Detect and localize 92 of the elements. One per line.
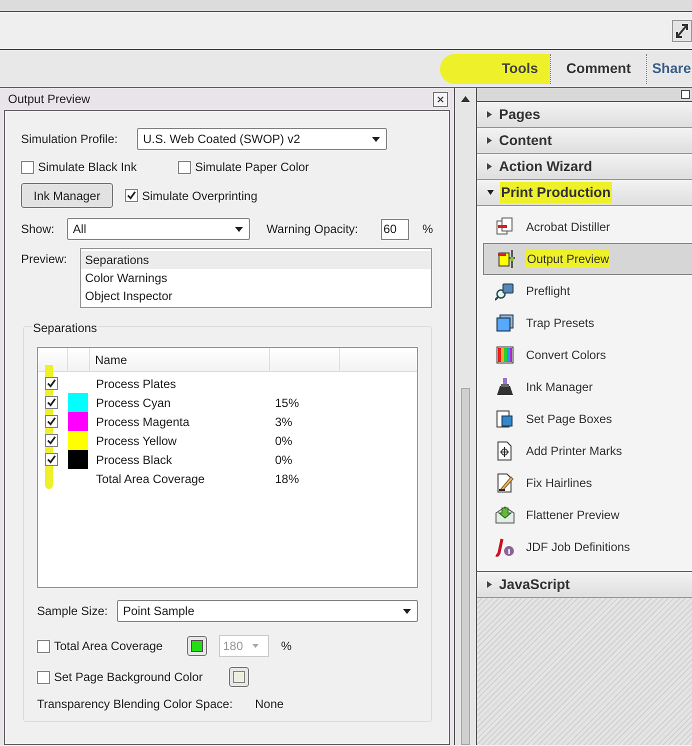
panel-menu-icon[interactable] xyxy=(681,90,690,99)
tool-item[interactable]: Preflight xyxy=(483,275,692,307)
checkbox[interactable] xyxy=(125,189,138,202)
column-header: Name xyxy=(95,352,128,368)
preview-list[interactable]: Separations Color Warnings Object Inspector xyxy=(80,248,432,308)
tool-item[interactable]: Acrobat Distiller xyxy=(483,211,692,243)
table-cell: Process Magenta xyxy=(96,414,190,428)
checkbox[interactable] xyxy=(45,396,58,409)
caret-icon xyxy=(234,226,243,232)
tool-icon xyxy=(495,313,515,333)
ink-manager-button[interactable]: Ink Manager xyxy=(21,183,113,208)
tool-icon xyxy=(495,537,515,557)
tool-item[interactable]: Add Printer Marks xyxy=(483,435,692,467)
table-cell: Total Area Coverage xyxy=(96,472,205,486)
tool-item[interactable]: Flattener Preview xyxy=(483,499,692,531)
tool-icon xyxy=(495,345,515,365)
tool-item[interactable]: Convert Colors xyxy=(483,339,692,371)
field-value: None xyxy=(255,696,284,713)
color-picker[interactable] xyxy=(229,667,249,687)
checkbox[interactable] xyxy=(45,377,58,390)
tool-icon xyxy=(495,281,515,301)
unit-label: % xyxy=(422,221,433,238)
dropdown-value: 180 xyxy=(222,638,244,655)
expander-icon[interactable] xyxy=(487,581,492,588)
tool-item[interactable]: Fix Hairlines xyxy=(483,467,692,499)
list-item[interactable]: Separations xyxy=(81,251,431,269)
tool-icon xyxy=(495,217,515,237)
list-item[interactable]: Object Inspector xyxy=(81,287,431,305)
checkbox-label: Simulate Paper Color xyxy=(195,159,310,176)
table-cell: Process Black xyxy=(96,452,172,466)
tab[interactable]: Share xyxy=(646,54,692,84)
field-label: Show: xyxy=(21,221,56,238)
caret-icon xyxy=(252,644,259,648)
field-label: Transparency Blending Color Space: xyxy=(37,696,234,713)
checkbox[interactable] xyxy=(178,160,191,174)
checkbox[interactable] xyxy=(37,670,50,684)
dropdown-value: U.S. Web Coated (SWOP) v2 xyxy=(142,131,302,148)
field-label: Warning Opacity: xyxy=(266,221,360,238)
tool-item[interactable]: Output Preview xyxy=(483,243,692,275)
table-cell: Process Yellow xyxy=(96,434,177,448)
tab[interactable]: Tools xyxy=(440,54,550,84)
table-cell: 0% xyxy=(275,452,292,466)
table-cell: Process Cyan xyxy=(96,396,171,410)
dropdown-value: Point Sample xyxy=(122,603,196,620)
tool-item[interactable]: Trap Presets xyxy=(483,307,692,339)
list-item[interactable]: Color Warnings xyxy=(81,269,431,287)
section-header[interactable]: Pages xyxy=(498,104,542,125)
scrollbar-thumb[interactable] xyxy=(461,388,470,745)
color-picker[interactable] xyxy=(187,636,207,656)
table-cell: 0% xyxy=(275,434,292,448)
show-dropdown[interactable]: All xyxy=(66,218,250,240)
section-header[interactable]: Print Production xyxy=(500,182,612,203)
table-cell: 15% xyxy=(275,396,300,410)
tool-item[interactable]: Set Page Boxes xyxy=(483,403,692,435)
sample-size-dropdown[interactable]: Point Sample xyxy=(117,600,418,622)
checkbox[interactable] xyxy=(45,415,58,428)
checkbox-label: Simulate Overprinting xyxy=(142,188,258,204)
unit-label: % xyxy=(281,638,292,655)
tool-item[interactable]: JDF Job Definitions xyxy=(483,531,692,563)
tool-icon xyxy=(495,505,515,525)
table-cell: 18% xyxy=(275,472,300,486)
dropdown-value: All xyxy=(72,221,88,238)
expander-icon[interactable] xyxy=(487,111,492,118)
profile-dropdown[interactable]: U.S. Web Coated (SWOP) v2 xyxy=(137,128,387,150)
checkbox-label: Set Page Background Color xyxy=(54,669,204,686)
expand-icon[interactable] xyxy=(672,20,692,42)
tool-icon xyxy=(495,473,515,493)
expander-icon[interactable] xyxy=(487,137,492,144)
scroll-up-icon[interactable] xyxy=(461,96,470,102)
checkbox[interactable] xyxy=(45,453,58,466)
caret-icon xyxy=(403,608,411,614)
close-icon[interactable] xyxy=(433,92,448,106)
checkbox-label: Total Area Coverage xyxy=(54,638,164,655)
field-label: Sample Size: xyxy=(37,603,109,620)
checkbox[interactable] xyxy=(21,160,34,174)
dialog-title: Output Preview xyxy=(8,91,90,108)
checkbox-label: Simulate Black Ink xyxy=(38,159,138,176)
expander-icon[interactable] xyxy=(487,190,494,195)
checkbox[interactable] xyxy=(37,640,50,652)
opacity-field[interactable]: 60 xyxy=(381,218,410,240)
caret-icon xyxy=(372,136,380,142)
table-cell: 3% xyxy=(275,414,292,428)
table-cell: Process Plates xyxy=(96,376,176,390)
tool-icon xyxy=(496,249,516,269)
tool-icon xyxy=(495,377,515,397)
expander-icon[interactable] xyxy=(487,163,492,170)
field-label: Preview: xyxy=(21,251,68,268)
tool-icon xyxy=(495,409,515,429)
tab[interactable]: Comment xyxy=(550,54,646,84)
tool-item[interactable]: Ink Manager xyxy=(483,371,692,403)
field-label: Simulation Profile: xyxy=(21,131,119,148)
checkbox[interactable] xyxy=(45,434,58,447)
